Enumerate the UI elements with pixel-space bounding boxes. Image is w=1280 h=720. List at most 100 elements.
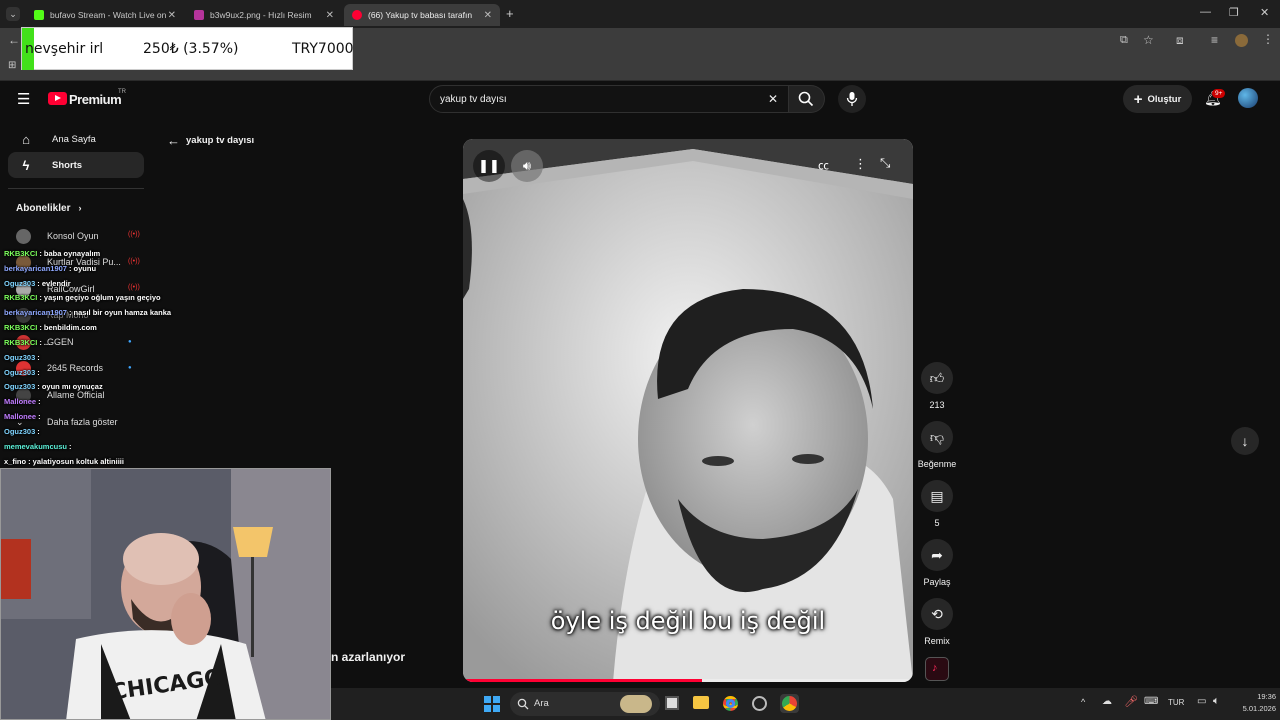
live-indicator-icon: ((•)) — [128, 258, 140, 265]
search-highlight-icon — [620, 695, 652, 713]
reading-list-icon[interactable]: ≡ — [1211, 33, 1218, 47]
sidebar-divider — [8, 188, 144, 189]
shorts-icon: ϟ — [22, 157, 30, 173]
chat-username: Oguz303 — [4, 382, 36, 391]
task-view-icon[interactable] — [665, 696, 679, 710]
chat-text: : — [68, 442, 72, 451]
remix-button[interactable]: ⟲ — [921, 598, 953, 630]
chat-text: : evlendir — [37, 279, 71, 288]
short-title-fragment[interactable]: n azarlanıyor — [331, 650, 405, 664]
close-icon[interactable]: ✕ — [484, 10, 492, 21]
minimize-icon[interactable]: — — [1200, 6, 1211, 18]
language-indicator[interactable]: TUR — [1168, 698, 1184, 707]
chat-message: Oguz303: evlendir — [4, 279, 71, 288]
clock[interactable]: 19:36 5.01.2026 — [1236, 692, 1276, 713]
youtube-logo-icon[interactable] — [48, 92, 67, 105]
shorts-video-player[interactable]: ❚❚ 🔊︎ ㏄ ⋮ ⤡ öyle iş değil bu iş değil — [463, 139, 913, 682]
file-explorer-icon[interactable] — [693, 696, 709, 709]
share-button[interactable]: ➦ — [921, 539, 953, 571]
pause-icon: ❚❚ — [478, 158, 500, 173]
tab-search-icon[interactable]: ⌄ — [6, 7, 20, 21]
active-chrome-button[interactable] — [780, 694, 799, 713]
cast-icon[interactable]: ⧉ — [1120, 34, 1128, 47]
tab-image-viewer[interactable]: b3w9ux2.png - Hızlı Resim ✕ — [186, 4, 342, 26]
chat-text: : — [38, 397, 41, 406]
chat-message: Mallonee: — [4, 412, 41, 421]
chat-text: : nasıl bir oyun hamza kanka — [68, 308, 172, 317]
like-button[interactable]: 👍︎ — [921, 362, 953, 394]
sound-thumbnail[interactable]: ♪ — [925, 657, 949, 681]
menu-kebab-icon[interactable]: ⋮ — [1262, 32, 1274, 46]
dislike-action[interactable]: 👎︎ Beğenme — [911, 421, 963, 469]
windows-start-icon[interactable] — [484, 696, 500, 712]
voice-search-button[interactable] — [838, 85, 866, 113]
dislike-button[interactable]: 👎︎ — [921, 421, 953, 453]
extensions-icon[interactable]: ⧈ — [1176, 33, 1184, 48]
tab-kick-stream[interactable]: bufavo Stream - Watch Live on ✕ — [26, 4, 184, 26]
profile-avatar[interactable] — [1235, 34, 1248, 47]
back-to-search-link[interactable]: ← yakup tv dayısı — [167, 133, 254, 148]
chrome-icon[interactable] — [723, 696, 738, 711]
plus-icon: + — [1133, 90, 1143, 108]
search-query-text: yakup tv dayısı — [440, 94, 507, 105]
chat-message: berkayarican1907: oyunu — [4, 264, 96, 273]
taskbar-search-box[interactable]: Ara — [510, 692, 660, 716]
apps-grid-icon[interactable]: ⊞ — [8, 60, 16, 71]
chat-text: : oyun mı oynuçaz — [37, 382, 103, 391]
chat-username: Oguz303 — [4, 427, 36, 436]
captions-icon[interactable]: ㏄ — [818, 157, 829, 173]
like-action[interactable]: 👍︎ 213 — [917, 362, 957, 410]
thumbs-up-icon: 👍︎ — [929, 369, 945, 386]
next-short-button[interactable]: ↓ — [1231, 427, 1259, 455]
chat-username: Oguz303 — [4, 353, 36, 362]
create-button[interactable]: + Oluştur — [1123, 85, 1192, 113]
account-avatar[interactable] — [1238, 88, 1258, 108]
search-input[interactable]: yakup tv dayısı ✕ — [429, 85, 789, 113]
new-tab-icon[interactable]: + — [506, 6, 514, 21]
mic-tray-icon[interactable]: 🎤︎ — [1124, 695, 1138, 708]
pause-button[interactable]: ❚❚ — [473, 150, 505, 182]
live-indicator-icon: ((•)) — [128, 231, 140, 238]
close-icon[interactable]: ✕ — [326, 10, 334, 21]
hamburger-menu-icon[interactable]: ☰ — [17, 90, 30, 108]
more-options-icon[interactable]: ⋮ — [854, 156, 867, 172]
chat-message: RKB3KCI: benbildim.com — [4, 323, 97, 332]
search-button[interactable] — [789, 85, 825, 113]
clear-search-icon[interactable]: ✕ — [768, 92, 778, 106]
network-icon[interactable]: ☁︎ — [1102, 696, 1112, 707]
subscriptions-header[interactable]: Abonelikler › — [16, 203, 81, 214]
share-action[interactable]: ➦ Paylaş — [917, 539, 957, 587]
keyboard-icon[interactable]: ⌨ — [1144, 696, 1158, 707]
thumbs-down-icon: 👎︎ — [929, 428, 945, 445]
close-icon[interactable]: ✕ — [168, 10, 176, 21]
chat-text: : — [37, 427, 40, 436]
remix-label: Remix — [924, 636, 950, 646]
chat-username: Oguz303 — [4, 279, 36, 288]
tray-chevron-up-icon[interactable]: ^ — [1081, 697, 1085, 707]
back-icon[interactable]: ← — [8, 33, 20, 47]
restore-icon[interactable]: ❐ — [1229, 6, 1239, 19]
chat-text: : — [37, 353, 40, 362]
window-close-icon[interactable]: ✕ — [1260, 6, 1269, 19]
chat-username: Oguz303 — [4, 368, 36, 377]
fullscreen-icon[interactable]: ⤡ — [880, 155, 890, 171]
home-icon: ⌂ — [22, 131, 30, 147]
subscription-item[interactable]: Konsol Oyun — [16, 226, 99, 246]
tab-youtube[interactable]: (66) Yakup tv babası tarafın ✕ — [344, 4, 500, 26]
monitor-icon[interactable]: ▭ — [1197, 696, 1206, 707]
comments-action[interactable]: ▤ 5 — [917, 480, 957, 528]
chat-text: : yaşın geçiyo oğlum yaşın geçiyo — [39, 293, 161, 302]
volume-button[interactable]: 🔊︎ — [511, 150, 543, 182]
sidebar-item-shorts[interactable]: ϟ Shorts — [8, 152, 144, 178]
volume-tray-icon[interactable]: 🔈︎ — [1213, 695, 1220, 708]
app-icon[interactable] — [752, 696, 767, 711]
sidebar-item-home[interactable]: ⌂ Ana Sayfa — [8, 126, 144, 152]
logo-premium-text[interactable]: Premium — [69, 92, 122, 107]
bookmark-star-icon[interactable]: ☆ — [1143, 33, 1154, 47]
chat-username: RKB3KCI — [4, 323, 38, 332]
music-note-icon: ♪ — [932, 662, 938, 674]
progress-track[interactable] — [463, 679, 913, 682]
remix-action[interactable]: ⟲ Remix — [917, 598, 957, 646]
comments-button[interactable]: ▤ — [921, 480, 953, 512]
new-content-dot-icon: ● — [128, 339, 132, 345]
